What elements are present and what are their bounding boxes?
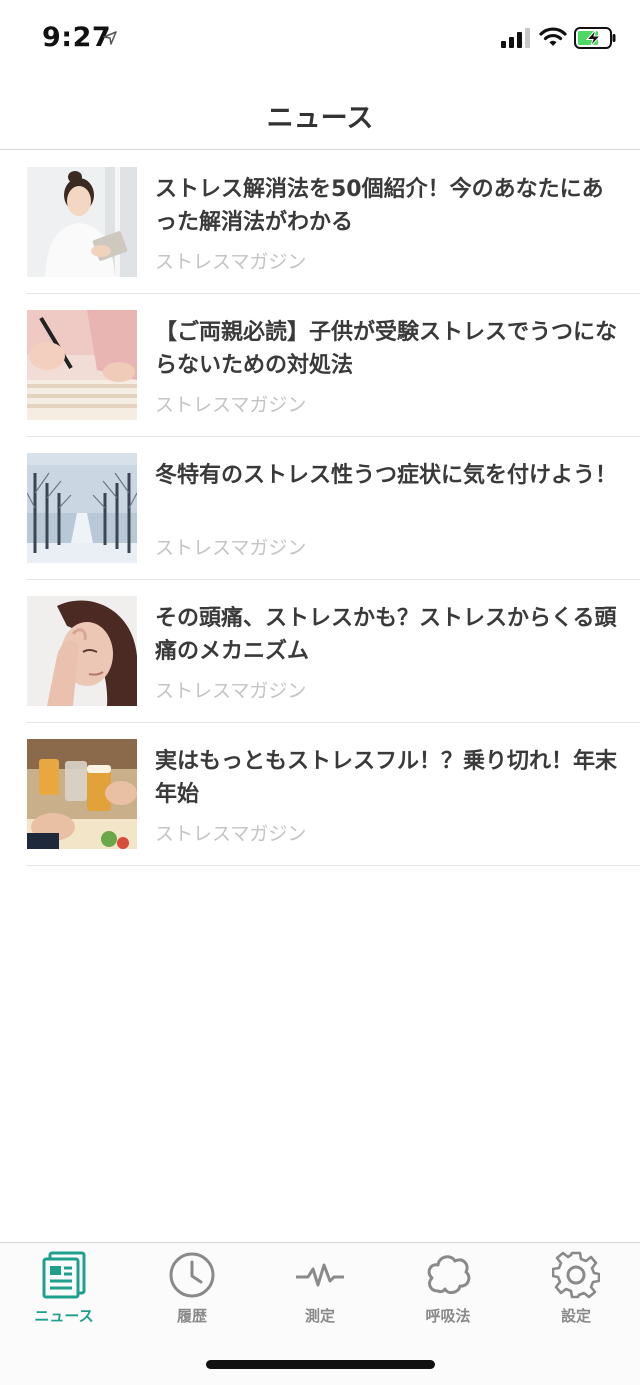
status-time: 9:27 bbox=[42, 22, 112, 53]
news-thumbnail-woman-reading bbox=[27, 167, 137, 277]
navigation-bar: ニュース bbox=[0, 80, 640, 150]
breath-icon bbox=[427, 1255, 471, 1295]
tab-settings[interactable]: 設定 bbox=[512, 1243, 640, 1333]
list-divider bbox=[27, 865, 640, 866]
news-title: その頭痛、ストレスかも？ストレスからくる頭痛のメカニズム bbox=[155, 606, 617, 664]
status-bar: 9:27 bbox=[0, 0, 640, 80]
news-thumbnail-woman-headache bbox=[27, 596, 137, 706]
news-title: ストレス解消法を50個紹介！今のあなたにあった解消法がわかる bbox=[155, 177, 604, 235]
location-arrow-icon bbox=[103, 31, 117, 45]
tab-label: 履歴 bbox=[176, 1307, 207, 1325]
tab-measure[interactable]: 測定 bbox=[256, 1243, 384, 1333]
gear-icon bbox=[552, 1251, 600, 1299]
news-item[interactable]: 実はもっともストレスフル！？乗り切れ！年末年始 ストレスマガジン bbox=[0, 723, 640, 866]
home-indicator[interactable] bbox=[206, 1360, 435, 1369]
news-item[interactable]: 冬特有のストレス性うつ症状に気を付けよう！ ストレスマガジン bbox=[0, 437, 640, 580]
pulse-icon bbox=[296, 1263, 344, 1287]
news-title: 実はもっともストレスフル！？乗り切れ！年末年始 bbox=[155, 749, 618, 807]
page-title: ニュース bbox=[266, 103, 374, 134]
news-list: ストレス解消法を50個紹介！今のあなたにあった解消法がわかる ストレスマガジン bbox=[0, 151, 640, 866]
tab-label: ニュース bbox=[34, 1307, 94, 1325]
news-item[interactable]: 【ご両親必読】子供が受験ストレスでうつにならないための対処法 ストレスマガジン bbox=[0, 294, 640, 437]
tab-label: 呼吸法 bbox=[425, 1307, 471, 1325]
news-thumbnail-beer-toast bbox=[27, 739, 137, 849]
news-title: 【ご両親必読】子供が受験ストレスでうつにならないための対処法 bbox=[155, 320, 618, 378]
cellular-signal-icon bbox=[501, 28, 530, 48]
news-source: ストレスマガジン bbox=[155, 394, 307, 416]
news-source: ストレスマガジン bbox=[155, 823, 307, 845]
news-source: ストレスマガジン bbox=[155, 251, 307, 273]
battery-charging-icon bbox=[574, 27, 616, 49]
clock-icon bbox=[169, 1252, 215, 1298]
tab-news[interactable]: ニュース bbox=[0, 1243, 128, 1333]
news-screen: 9:27 ニュース ストレス解消法を50個紹介！今のあなたにあった解消法がわかる… bbox=[0, 0, 640, 1385]
news-item[interactable]: その頭痛、ストレスかも？ストレスからくる頭痛のメカニズム ストレスマガジン bbox=[0, 580, 640, 723]
tab-label: 測定 bbox=[304, 1307, 335, 1325]
wifi-icon bbox=[539, 27, 567, 46]
news-title: 冬特有のストレス性うつ症状に気を付けよう！ bbox=[155, 463, 618, 488]
news-source: ストレスマガジン bbox=[155, 680, 307, 702]
news-source: ストレスマガジン bbox=[155, 537, 307, 559]
tab-label: 設定 bbox=[560, 1307, 591, 1325]
news-item[interactable]: ストレス解消法を50個紹介！今のあなたにあった解消法がわかる ストレスマガジン bbox=[0, 151, 640, 294]
news-thumbnail-child-studying bbox=[27, 310, 137, 420]
tab-breathing[interactable]: 呼吸法 bbox=[384, 1243, 512, 1333]
news-icon bbox=[42, 1251, 86, 1299]
tab-history[interactable]: 履歴 bbox=[128, 1243, 256, 1333]
news-thumbnail-snowy-trees bbox=[27, 453, 137, 563]
